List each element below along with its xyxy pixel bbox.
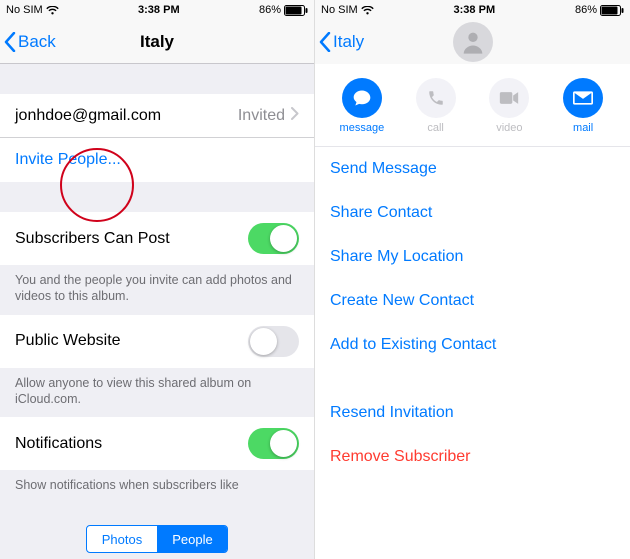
message-label: message bbox=[340, 122, 385, 134]
send-message-row[interactable]: Send Message bbox=[315, 147, 630, 191]
subscriber-status: Invited bbox=[238, 107, 285, 125]
mail-action[interactable]: mail bbox=[553, 78, 613, 134]
content-area: jonhdoe@gmail.com Invited Invite People.… bbox=[0, 64, 314, 559]
message-action[interactable]: message bbox=[332, 78, 392, 134]
public-website-footer: Allow anyone to view this shared album o… bbox=[0, 368, 314, 418]
remove-subscriber-label: Remove Subscriber bbox=[330, 448, 471, 466]
subscribers-can-post-switch[interactable] bbox=[248, 223, 299, 254]
share-location-row[interactable]: Share My Location bbox=[315, 235, 630, 279]
battery-pct: 86% bbox=[259, 4, 281, 16]
invite-people-label: Invite People... bbox=[15, 151, 121, 169]
public-website-switch[interactable] bbox=[248, 326, 299, 357]
battery-icon bbox=[284, 5, 308, 16]
send-message-label: Send Message bbox=[330, 160, 437, 178]
share-contact-label: Share Contact bbox=[330, 204, 432, 222]
clock-text: 3:38 PM bbox=[454, 4, 496, 16]
create-contact-label: Create New Contact bbox=[330, 292, 474, 310]
mail-icon bbox=[563, 78, 603, 118]
carrier-text: No SIM bbox=[321, 4, 358, 16]
create-contact-row[interactable]: Create New Contact bbox=[315, 279, 630, 323]
battery-pct: 86% bbox=[575, 4, 597, 16]
notifications-footer: Show notifications when subscribers like bbox=[0, 470, 314, 533]
back-button[interactable]: Back bbox=[0, 32, 56, 52]
subscribers-can-post-label: Subscribers Can Post bbox=[15, 230, 170, 248]
contact-actions-row: message call video mail bbox=[315, 64, 630, 140]
notifications-label: Notifications bbox=[15, 435, 102, 453]
wifi-icon bbox=[361, 6, 374, 15]
contact-options-list: Send Message Share Contact Share My Loca… bbox=[315, 147, 630, 479]
status-bar: No SIM 3:38 PM 86% bbox=[0, 0, 314, 20]
subscriber-row[interactable]: jonhdoe@gmail.com Invited bbox=[0, 94, 314, 138]
message-icon bbox=[342, 78, 382, 118]
nav-bar: Italy bbox=[315, 20, 630, 64]
back-label: Back bbox=[18, 32, 56, 52]
segment-people-label: People bbox=[172, 532, 212, 547]
invite-people-row[interactable]: Invite People... bbox=[0, 138, 314, 182]
subscriber-email: jonhdoe@gmail.com bbox=[15, 107, 161, 125]
contact-avatar bbox=[453, 22, 493, 62]
album-settings-screen: No SIM 3:38 PM 86% Back Italy bbox=[0, 0, 315, 559]
call-label: call bbox=[427, 122, 444, 134]
remove-subscriber-row[interactable]: Remove Subscriber bbox=[315, 435, 630, 479]
back-button[interactable]: Italy bbox=[315, 32, 364, 52]
segment-photos-label: Photos bbox=[102, 532, 142, 547]
resend-invitation-row[interactable]: Resend Invitation bbox=[315, 391, 630, 435]
nav-title: Italy bbox=[140, 32, 174, 52]
status-bar: No SIM 3:38 PM 86% bbox=[315, 0, 630, 20]
contact-detail-screen: No SIM 3:38 PM 86% Italy bbox=[315, 0, 630, 559]
segment-people[interactable]: People bbox=[157, 526, 227, 552]
public-website-row: Public Website bbox=[0, 315, 314, 368]
mail-label: mail bbox=[573, 122, 593, 134]
nav-bar: Back Italy bbox=[0, 20, 314, 64]
battery-icon bbox=[600, 5, 624, 16]
video-icon bbox=[489, 78, 529, 118]
clock-text: 3:38 PM bbox=[138, 4, 180, 16]
video-label: video bbox=[496, 122, 522, 134]
notifications-row: Notifications bbox=[0, 417, 314, 470]
wifi-icon bbox=[46, 6, 59, 15]
phone-icon bbox=[416, 78, 456, 118]
notifications-switch[interactable] bbox=[248, 428, 299, 459]
share-location-label: Share My Location bbox=[330, 248, 463, 266]
subscribers-can-post-row: Subscribers Can Post bbox=[0, 212, 314, 265]
add-existing-label: Add to Existing Contact bbox=[330, 336, 496, 354]
video-action: video bbox=[479, 78, 539, 134]
chevron-right-icon bbox=[291, 107, 299, 125]
subscribers-can-post-footer: You and the people you invite can add ph… bbox=[0, 265, 314, 315]
resend-invitation-label: Resend Invitation bbox=[330, 404, 454, 422]
public-website-label: Public Website bbox=[15, 332, 121, 350]
share-contact-row[interactable]: Share Contact bbox=[315, 191, 630, 235]
call-action: call bbox=[406, 78, 466, 134]
segmented-control: Photos People bbox=[86, 525, 228, 553]
back-label: Italy bbox=[333, 32, 364, 52]
add-existing-row[interactable]: Add to Existing Contact bbox=[315, 323, 630, 367]
carrier-text: No SIM bbox=[6, 4, 43, 16]
segment-photos[interactable]: Photos bbox=[87, 526, 157, 552]
